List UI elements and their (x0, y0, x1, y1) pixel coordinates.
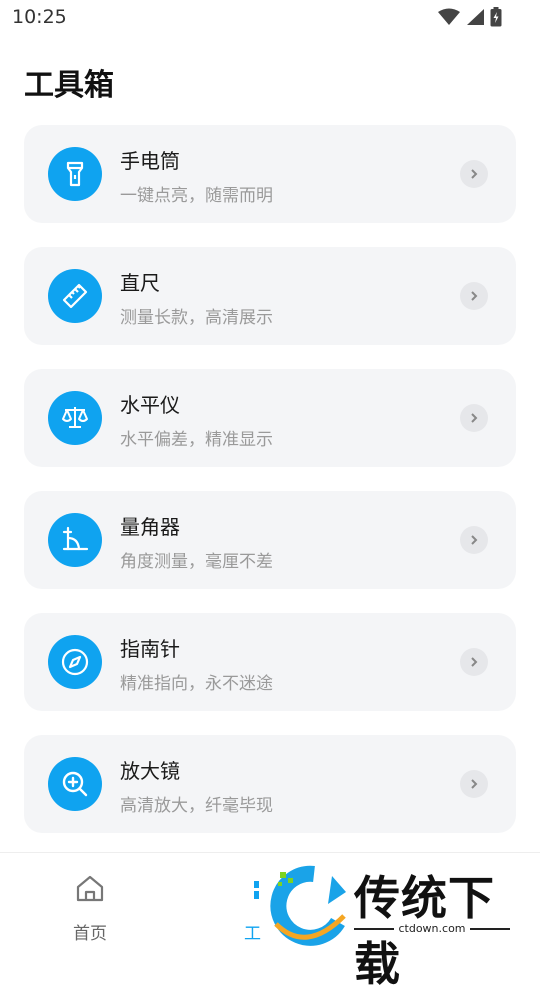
nav-home-label: 首页 (73, 924, 107, 944)
chevron-right-icon (460, 770, 488, 798)
nav-tab-home[interactable]: 首页 (40, 853, 140, 961)
watermark-url-row: ctdown.com (354, 922, 510, 935)
tool-card-compass[interactable]: 指南针 精准指向，永不迷途 (24, 613, 516, 711)
tool-desc: 水平偏差，精准显示 (120, 430, 273, 450)
divider (469, 927, 510, 930)
protractor-icon (48, 513, 102, 567)
home-icon (76, 875, 104, 902)
chevron-right-icon (460, 526, 488, 554)
ruler-icon (48, 269, 102, 323)
page-title: 工具箱 (24, 68, 114, 103)
status-bar: 10:25 (0, 0, 540, 36)
tool-desc: 角度测量，毫厘不差 (120, 552, 273, 572)
tool-name: 指南针 (120, 637, 180, 661)
chevron-right-icon (460, 160, 488, 188)
watermark: 传统下载 ctdown.com (262, 858, 540, 991)
tool-name: 水平仪 (120, 393, 180, 417)
nav-tools-label: 工 (244, 924, 261, 944)
tool-card-magnifier[interactable]: 放大镜 高清放大，纤毫毕现 (24, 735, 516, 833)
divider (354, 927, 395, 930)
wifi-icon (438, 8, 460, 25)
tool-name: 量角器 (120, 515, 180, 539)
tool-desc: 高清放大，纤毫毕现 (120, 796, 273, 816)
magnifier-icon (48, 757, 102, 811)
chevron-right-icon (460, 282, 488, 310)
tool-name: 直尺 (120, 271, 160, 295)
tool-list: 手电筒 一键点亮，随需而明 直尺 测量长款，高清展示 水平仪 水平偏差，精准显示… (24, 125, 516, 857)
tool-name: 手电筒 (120, 149, 180, 173)
tool-card-level[interactable]: 水平仪 水平偏差，精准显示 (24, 369, 516, 467)
tool-desc: 精准指向，永不迷途 (120, 674, 273, 694)
watermark-url: ctdown.com (398, 922, 466, 935)
status-time: 10:25 (12, 6, 67, 28)
tool-desc: 一键点亮，随需而明 (120, 186, 273, 206)
scale-icon (48, 391, 102, 445)
chevron-right-icon (460, 648, 488, 676)
cell-signal-icon (467, 9, 484, 25)
watermark-logo (270, 865, 346, 946)
status-icons (438, 7, 502, 27)
flashlight-icon (48, 147, 102, 201)
tool-desc: 测量长款，高清展示 (120, 308, 273, 328)
chevron-right-icon (460, 404, 488, 432)
compass-icon (48, 635, 102, 689)
battery-icon (490, 7, 502, 27)
tool-name: 放大镜 (120, 759, 180, 783)
tool-card-flashlight[interactable]: 手电筒 一键点亮，随需而明 (24, 125, 516, 223)
tool-card-protractor[interactable]: 量角器 角度测量，毫厘不差 (24, 491, 516, 589)
tool-card-ruler[interactable]: 直尺 测量长款，高清展示 (24, 247, 516, 345)
